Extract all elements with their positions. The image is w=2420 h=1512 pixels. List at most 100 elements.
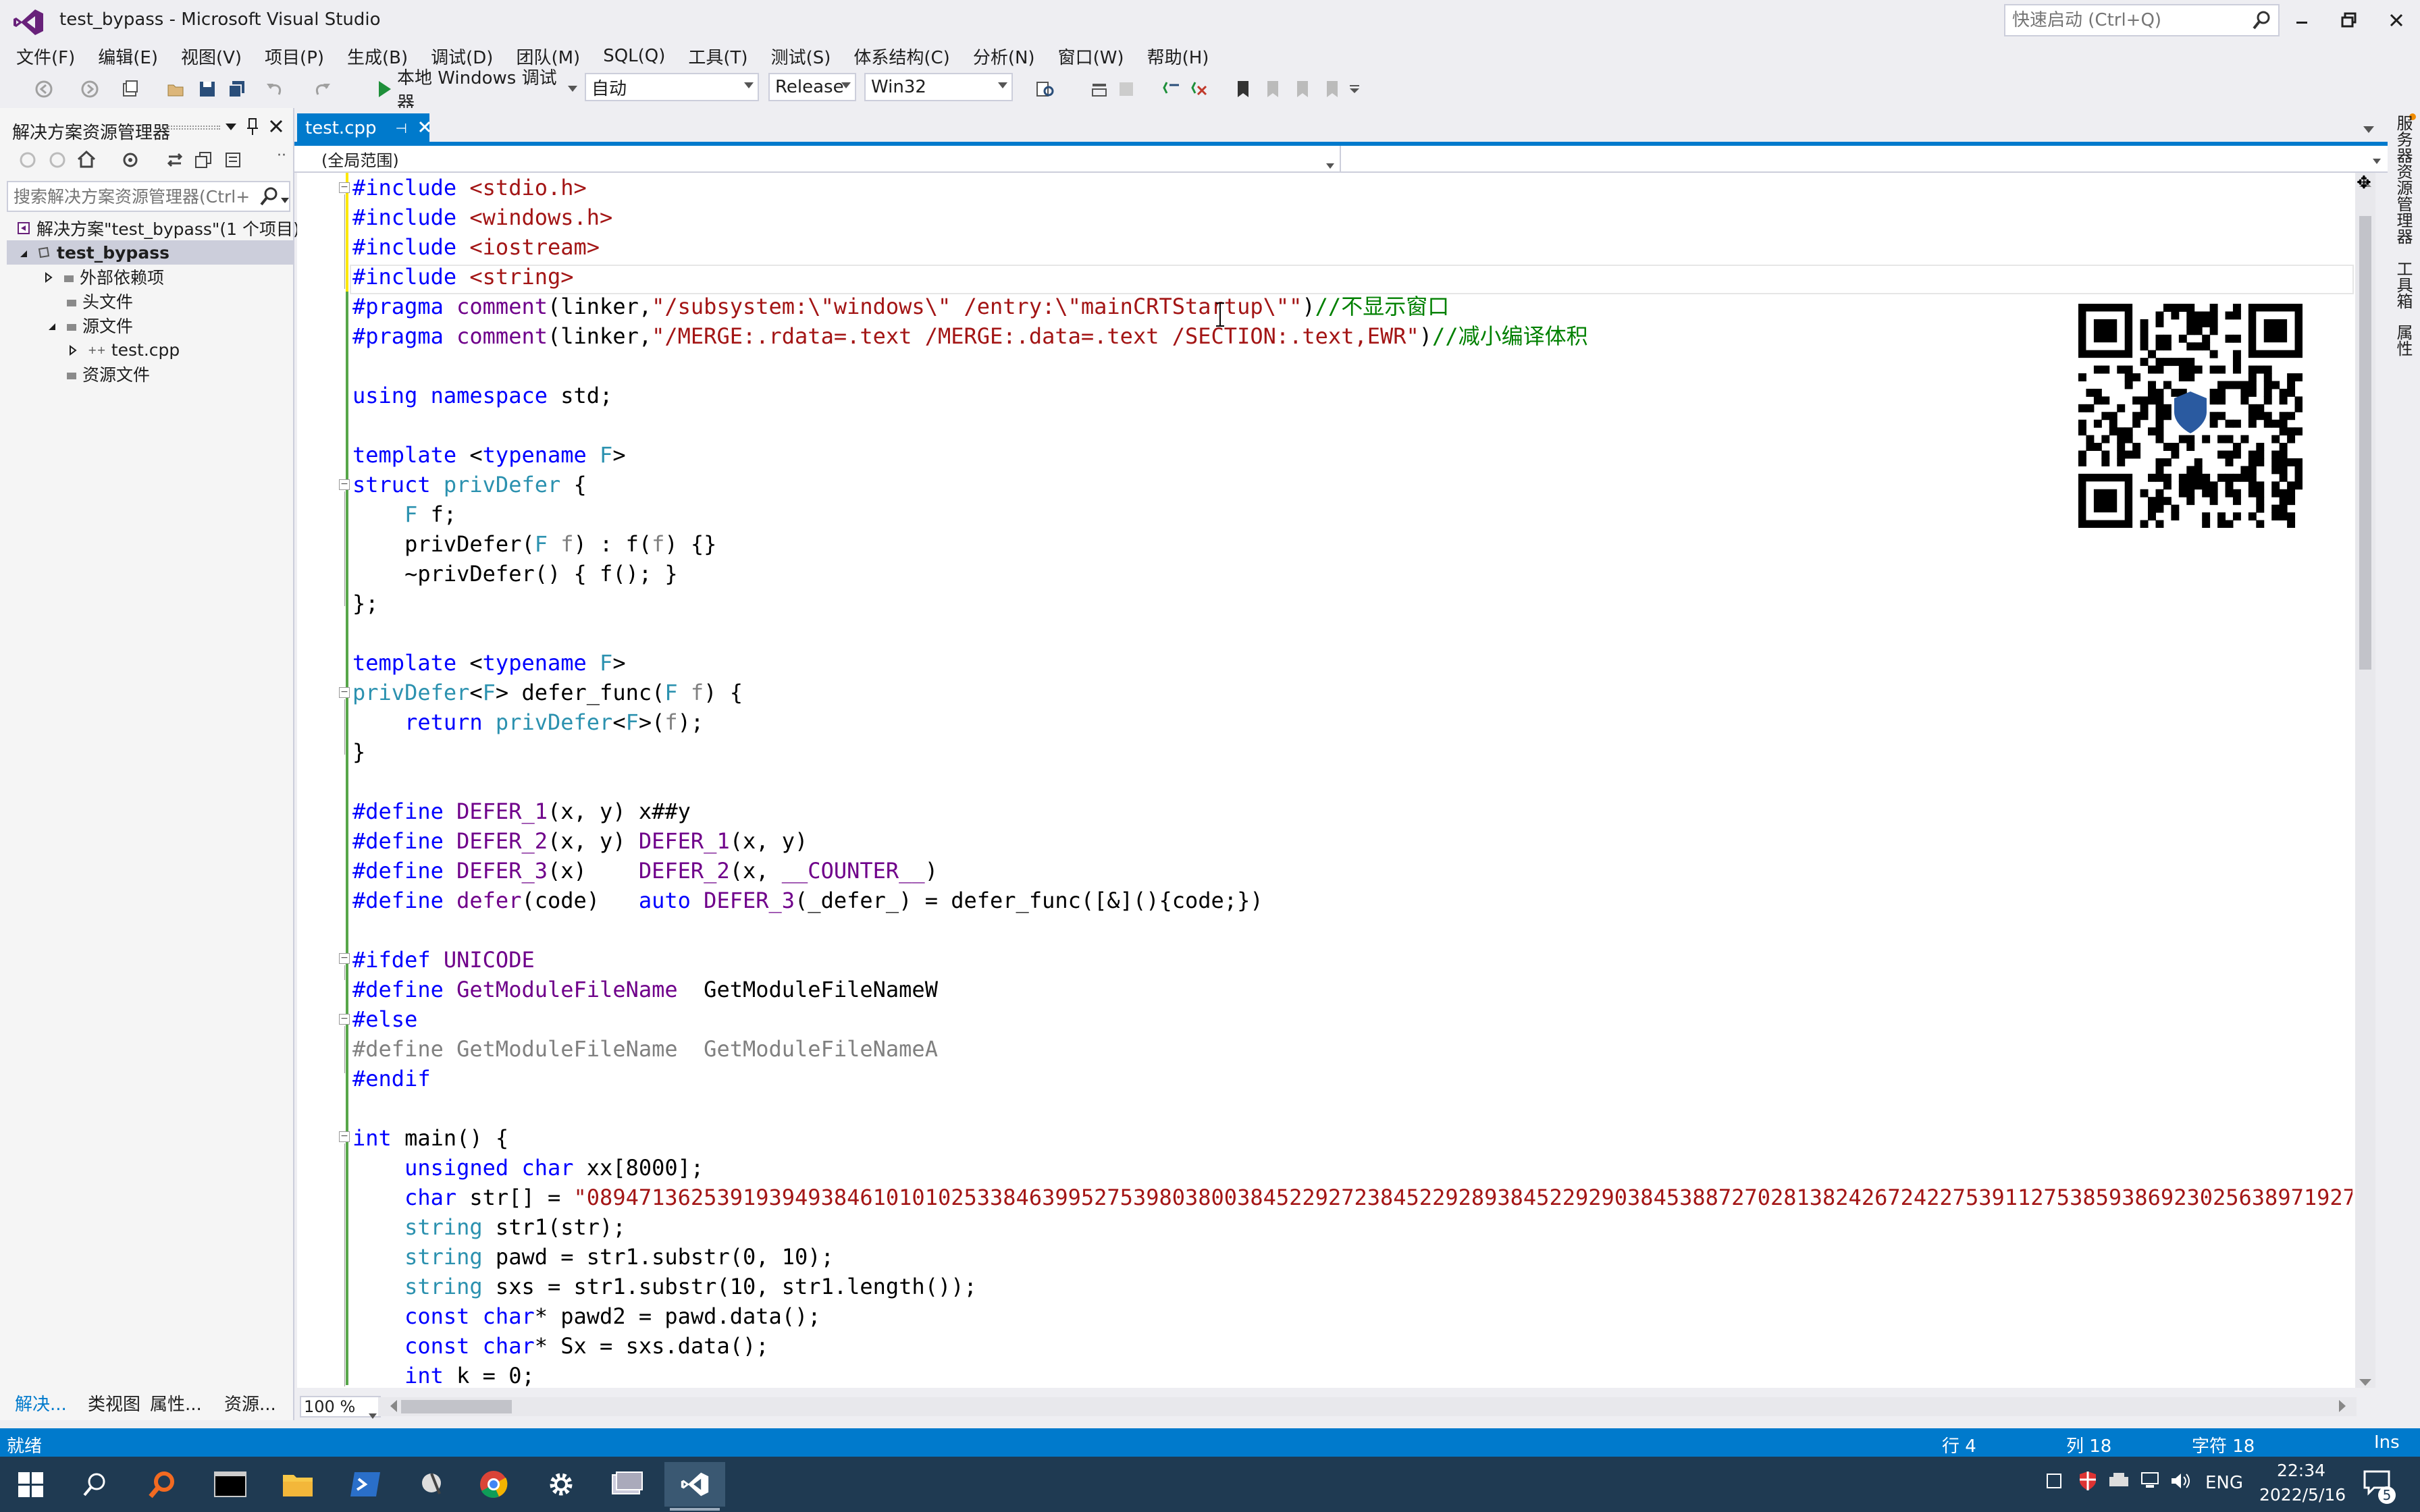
- rail-properties[interactable]: 属性: [2392, 324, 2415, 356]
- code-line[interactable]: struct privDefer {: [352, 470, 2352, 500]
- menu-item-7[interactable]: SQL(Q): [594, 43, 679, 69]
- network-icon[interactable]: [2139, 1472, 2161, 1495]
- code-line[interactable]: privDefer<F> defer_func(F f) {: [352, 678, 2352, 707]
- chevron-down-icon[interactable]: [226, 122, 239, 135]
- back-icon[interactable]: [19, 151, 36, 171]
- code-line[interactable]: return privDefer<F>(f);: [352, 707, 2352, 737]
- search-icon[interactable]: [65, 1462, 126, 1507]
- bookmark-icon[interactable]: [1233, 77, 1253, 101]
- solution-search-input[interactable]: [8, 182, 251, 211]
- code-line[interactable]: #endif: [352, 1064, 2352, 1094]
- search-icon[interactable]: [259, 186, 280, 209]
- menu-item-8[interactable]: 工具(T): [679, 41, 761, 72]
- rail-toolbox[interactable]: 工具箱: [2392, 261, 2415, 309]
- chrome-icon[interactable]: [463, 1462, 524, 1507]
- code-line[interactable]: #ifdef UNICODE: [352, 945, 2352, 975]
- pin-icon[interactable]: [246, 117, 262, 136]
- code-line[interactable]: #include <iostream>: [352, 232, 2352, 262]
- terminal-app-icon[interactable]: [200, 1462, 261, 1507]
- zoom-level-select[interactable]: 100 %: [300, 1396, 381, 1419]
- configuration-select[interactable]: Release: [768, 73, 856, 101]
- clock-date[interactable]: 2022/5/16: [2259, 1485, 2346, 1505]
- code-line[interactable]: #include <string>: [352, 262, 2352, 292]
- network-tool-icon[interactable]: [402, 1462, 463, 1507]
- code-line[interactable]: unsigned char xx[8000];: [352, 1153, 2352, 1183]
- vertical-scroll-thumb[interactable]: [2359, 216, 2371, 670]
- close-icon[interactable]: [269, 119, 285, 135]
- forward-icon[interactable]: [49, 151, 66, 171]
- horizontal-scrollbar[interactable]: [378, 1397, 2357, 1416]
- tab-solution-explorer[interactable]: 解决...: [15, 1390, 67, 1415]
- file-explorer-icon[interactable]: [267, 1462, 328, 1507]
- code-line[interactable]: #define GetModuleFileName GetModuleFileN…: [352, 975, 2352, 1004]
- code-line[interactable]: string str1(str);: [352, 1212, 2352, 1242]
- tab-class-view[interactable]: 类视图: [88, 1390, 140, 1415]
- pin-icon[interactable]: ⊣: [396, 120, 407, 136]
- prev-bookmark-icon[interactable]: [1263, 77, 1283, 101]
- close-button[interactable]: [2373, 3, 2420, 38]
- start-debugger-button[interactable]: 本地 Windows 调试器: [397, 68, 573, 113]
- code-line[interactable]: #else: [352, 1004, 2352, 1034]
- scroll-right-icon[interactable]: [2339, 1400, 2347, 1415]
- code-line[interactable]: ~privDefer() { f(); }: [352, 559, 2352, 589]
- member-dropdown[interactable]: [1344, 146, 2388, 171]
- collapse-all-icon[interactable]: [194, 151, 212, 171]
- code-line[interactable]: #include <windows.h>: [352, 202, 2352, 232]
- input-language[interactable]: ENG: [2205, 1473, 2243, 1493]
- menu-item-1[interactable]: 编辑(E): [88, 41, 172, 72]
- tab-properties[interactable]: 属性...: [150, 1390, 202, 1415]
- undo-icon[interactable]: [263, 77, 286, 101]
- menu-item-13[interactable]: 帮助(H): [1138, 41, 1223, 72]
- indent-icon[interactable]: [1114, 77, 1138, 101]
- code-line[interactable]: F f;: [352, 500, 2352, 529]
- code-line[interactable]: int k = 0;: [352, 1361, 2352, 1388]
- code-line[interactable]: using namespace std;: [352, 381, 2352, 410]
- uncomment-icon[interactable]: [1187, 77, 1211, 101]
- clear-bookmarks-icon[interactable]: [1322, 77, 1342, 101]
- search-app-icon[interactable]: [132, 1462, 193, 1507]
- start-debugging-icon[interactable]: [373, 77, 396, 101]
- code-line[interactable]: [352, 1094, 2352, 1123]
- code-line[interactable]: #define GetModuleFileName GetModuleFileN…: [352, 1034, 2352, 1064]
- fold-toggle-icon[interactable]: −: [339, 479, 350, 490]
- code-line[interactable]: const char* Sx = sxs.data();: [352, 1331, 2352, 1361]
- code-line[interactable]: [352, 618, 2352, 648]
- volume-icon[interactable]: [2170, 1472, 2192, 1495]
- menu-item-9[interactable]: 测试(S): [762, 41, 845, 72]
- code-line[interactable]: #pragma comment(linker,"/MERGE:.rdata=.t…: [352, 321, 2352, 351]
- minimize-button[interactable]: [2278, 3, 2325, 38]
- back-icon[interactable]: [32, 77, 55, 101]
- find-in-files-icon[interactable]: [1032, 77, 1059, 101]
- chevron-down-icon[interactable]: [2363, 124, 2374, 137]
- tab-resource-view[interactable]: 资源...: [224, 1390, 276, 1415]
- rail-server-explorer[interactable]: 服务器资源管理器: [2392, 115, 2415, 244]
- action-center-icon[interactable]: [2046, 1472, 2062, 1495]
- platform-select[interactable]: Win32: [864, 73, 1013, 101]
- menu-item-11[interactable]: 分析(N): [964, 41, 1049, 72]
- menu-item-10[interactable]: 体系结构(C): [844, 41, 963, 72]
- forward-icon[interactable]: [78, 77, 101, 101]
- menu-item-12[interactable]: 窗口(W): [1049, 41, 1138, 72]
- code-line[interactable]: [352, 767, 2352, 796]
- refresh-icon[interactable]: [166, 151, 184, 171]
- code-line[interactable]: #define DEFER_1(x, y) x##y: [352, 796, 2352, 826]
- code-line[interactable]: const char* pawd2 = pawd.data();: [352, 1301, 2352, 1331]
- chevron-down-icon[interactable]: [566, 77, 579, 101]
- code-line[interactable]: [352, 915, 2352, 945]
- toolbar-overflow-icon[interactable]: ··: [277, 147, 286, 164]
- code-line[interactable]: char str[] = "08947136253919394938461010…: [352, 1183, 2352, 1212]
- quick-launch-input[interactable]: [2005, 5, 2248, 35]
- scroll-down-icon[interactable]: [2359, 1377, 2371, 1390]
- clock-time[interactable]: 22:34: [2277, 1461, 2325, 1480]
- tree-item-project[interactable]: test_bypass: [19, 240, 169, 265]
- tab-test-cpp[interactable]: test.cpp ⊣: [297, 113, 430, 143]
- fold-toggle-icon[interactable]: −: [339, 953, 350, 964]
- fold-toggle-icon[interactable]: −: [339, 1014, 350, 1025]
- new-project-icon[interactable]: [119, 77, 142, 101]
- code-line[interactable]: #pragma comment(linker,"/subsystem:\"win…: [352, 292, 2352, 321]
- code-line[interactable]: #define defer(code) auto DEFER_3(_defer_…: [352, 886, 2352, 915]
- properties-icon[interactable]: [224, 151, 242, 171]
- code-line[interactable]: #define DEFER_3(x) DEFER_2(x, __COUNTER_…: [352, 856, 2352, 886]
- code-line[interactable]: template <typename F>: [352, 648, 2352, 678]
- start-button-icon[interactable]: [0, 1462, 61, 1507]
